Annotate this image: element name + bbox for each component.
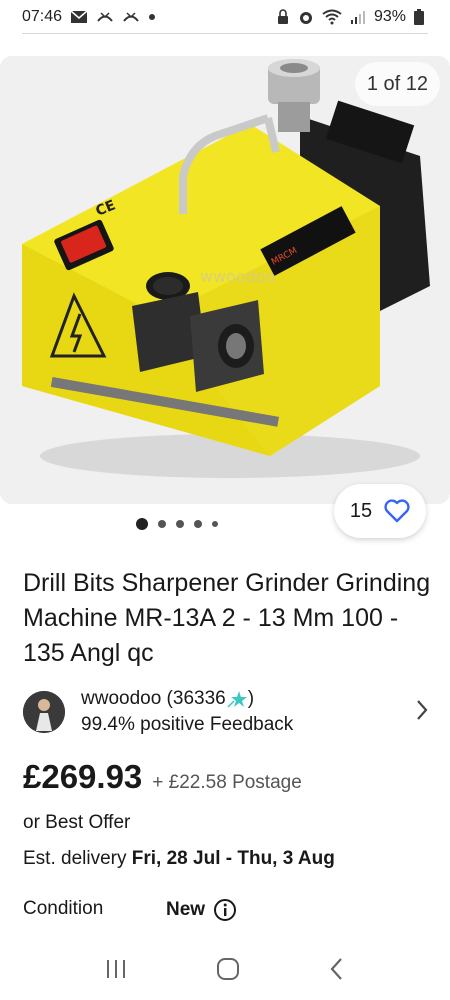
mail-icon [70,10,88,24]
seller-name: wwoodoo (36336 [81,688,226,709]
listing-title: Drill Bits Sharpener Grinder Grinding Ma… [23,569,431,667]
condition-value: New [166,899,206,920]
price-row: £269.93 + £22.58 Postage [23,758,302,796]
recent-apps-icon[interactable] [104,958,128,980]
pagination-dot[interactable] [194,520,202,528]
chevron-right-icon[interactable] [415,698,429,722]
pagination-dot[interactable] [136,518,148,530]
back-icon[interactable] [328,956,346,982]
missed-call-icon [122,10,140,24]
gallery-pagination[interactable] [0,518,402,530]
system-navigation-bar [0,938,450,1000]
condition-row: Condition New [23,898,237,921]
battery-percent: 93% [373,8,406,25]
price: £269.93 [23,758,143,795]
postage: + £22.58 Postage [152,772,302,793]
alarm-icon [298,9,314,25]
seller-name-suffix: ) [247,688,255,709]
drill-sharpener-illustration: CE MRCM wwoodoo [0,56,450,504]
seller-feedback: 99.4% positive Feedback [81,714,294,735]
signal-icon [350,10,366,24]
estimated-delivery: Est. delivery Fri, 28 Jul - Thu, 3 Aug [23,848,335,870]
lock-icon [276,9,290,25]
info-icon[interactable] [213,898,237,922]
shooting-star-icon [227,690,247,708]
avatar [23,691,65,733]
dot-icon [148,13,156,21]
condition-label: Condition [23,898,104,919]
status-time: 07:46 [22,8,63,25]
battery-icon [414,9,424,25]
delivery-dates: Fri, 28 Jul - Thu, 3 Aug [131,848,335,869]
delivery-prefix: Est. delivery [23,848,132,869]
pagination-dot[interactable] [176,520,184,528]
best-offer-label: or Best Offer [23,812,131,833]
pagination-dot[interactable] [212,521,218,527]
home-icon[interactable] [215,956,241,982]
image-counter: 1 of 12 [354,62,440,106]
missed-call-icon [96,10,114,24]
status-bar: 07:46 93% [0,0,450,34]
status-divider [22,33,428,34]
pagination-dot[interactable] [158,520,166,528]
wifi-icon [322,9,342,25]
watermark: wwoodoo [200,267,275,286]
product-image[interactable]: CE MRCM wwoodoo [0,56,450,504]
seller-row[interactable]: wwoodoo (36336 ) 99.4% positive Feedback [23,684,433,740]
